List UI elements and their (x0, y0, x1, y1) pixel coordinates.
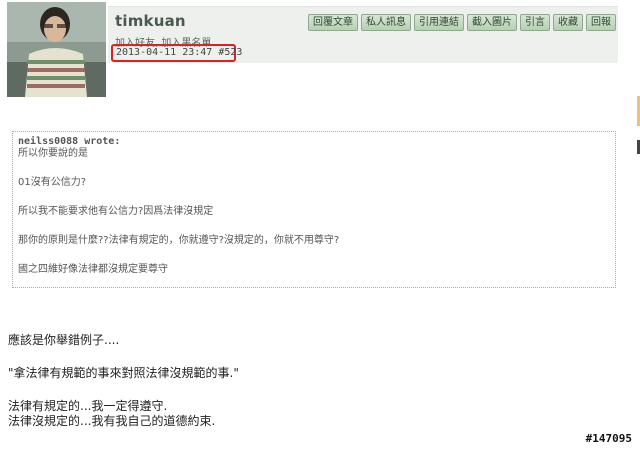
reply-body: 應該是你舉錯例子.... "拿法律有規範的事來對照法律沒規範的事." 法律有規定… (8, 333, 239, 429)
report-button[interactable]: 回報 (586, 14, 616, 31)
avatar[interactable] (7, 2, 106, 97)
quote-line: 國之四維好像法律都沒規定要尊守 (18, 264, 168, 275)
image-watermark: #147095 (583, 432, 634, 445)
insert-image-button[interactable]: 截入圖片 (467, 14, 517, 31)
quote-line: 01沒有公信力? (18, 177, 87, 188)
post-meta: 2013-04-11 23:47 #523 (111, 44, 242, 62)
username[interactable]: timkuan (115, 12, 186, 30)
quote-line: 所以你要說的是 (18, 148, 88, 159)
quote-button[interactable]: 引言 (520, 14, 550, 31)
reply-line: 應該是你舉錯例子.... (8, 333, 120, 347)
quote-line: 所以我不能要求他有公信力?因爲法律沒規定 (18, 206, 214, 217)
quote-link-button[interactable]: 引用連結 (414, 14, 464, 31)
quote-line: 那你的原則是什麼??法律有規定的，你就遵守?沒規定的，你就不用尊守? (18, 235, 340, 246)
reply-button[interactable]: 回覆文章 (308, 14, 358, 31)
quote-author: neilss0088 wrote: (18, 136, 121, 147)
post-actions: 回覆文章 私人訊息 引用連結 截入圖片 引言 收藏 回報 (308, 14, 616, 31)
post-number[interactable]: #523 (218, 47, 242, 58)
reply-line: 法律有規定的...我一定得遵守. (8, 399, 168, 413)
quote-box: neilss0088 wrote: 所以你要說的是 01沒有公信力? 所以我不能… (12, 131, 616, 288)
favorite-button[interactable]: 收藏 (553, 14, 583, 31)
reply-line: 法律沒規定的...我有我自己的道德約束. (8, 414, 216, 428)
reply-line: "拿法律有規範的事來對照法律沒規範的事." (8, 366, 239, 380)
private-message-button[interactable]: 私人訊息 (361, 14, 411, 31)
post-datetime: 2013-04-11 23:47 (116, 47, 213, 58)
avatar-photo (7, 2, 106, 97)
